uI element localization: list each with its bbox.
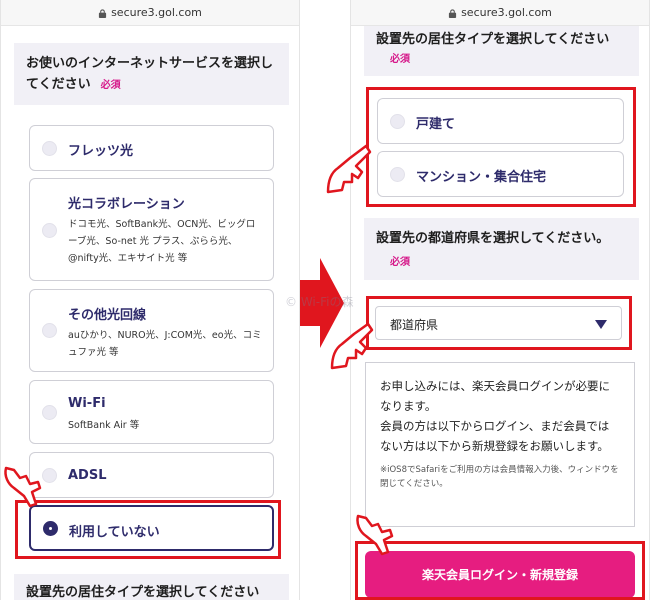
login-notice: お申し込みには、楽天会員ログインが必要になります。 会員の方は以下からログイン、… [365,362,635,527]
address-bar[interactable]: secure3.gol.com [1,0,299,26]
option-desc: SoftBank Air 等 [68,420,140,431]
lock-icon [98,9,107,18]
radio-icon [42,141,57,156]
pointing-hand-icon [330,322,374,370]
required-badge: 必須 [390,257,410,268]
required-badge: 必須 [100,80,121,91]
option-title: その他光回線 [68,308,147,323]
url-text: secure3.gol.com [111,6,202,19]
pointing-hand-icon [326,144,372,194]
pointing-hand-icon [4,466,42,508]
option-title: フレッツ光 [68,144,134,159]
service-question-text: お使いのインターネットサービスを選択し てください [26,56,274,92]
option-wifi[interactable]: Wi-Fi SoftBank Air 等 [29,380,274,444]
option-title: ADSL [68,468,107,483]
required-badge: 必須 [390,54,410,65]
residence-question-text: 設置先の居住タイプを選択してください [26,585,260,600]
residence-question-text: 設置先の居住タイプを選択してください [376,32,610,47]
watermark: © Wi-Fiの森 [285,295,354,309]
pointing-hand-icon [356,514,394,556]
highlight-frame [15,500,281,559]
radio-icon [42,323,57,338]
option-desc: auひかり、NURO光、J:COM光、eo光、コミュファ光 等 [68,330,262,358]
highlight-frame [366,296,632,350]
notice-main-text: お申し込みには、楽天会員ログインが必要になります。 会員の方は以下からログイン、… [380,379,610,453]
option-desc: ドコモ光、SoftBank光、OCN光、ビッグローブ光、So-net 光 プラス… [68,219,256,264]
prefecture-question-text: 設置先の都道府県を選択してください。 [376,231,610,246]
radio-icon [42,223,57,238]
option-flets[interactable]: フレッツ光 [29,125,274,171]
lock-icon [448,9,457,18]
option-hikari-collab[interactable]: 光コラボレーション ドコモ光、SoftBank光、OCN光、ビッグローブ光、So… [29,178,274,281]
option-title: Wi-Fi [68,396,106,411]
option-adsl[interactable]: ADSL [29,452,274,498]
prefecture-question: 設置先の都道府県を選択してください。 必須 [364,218,639,280]
notice-note-text: ※iOS8でSafariをご利用の方は会員情報入力後、ウィンドウを閉じてください… [380,465,619,489]
url-text: secure3.gol.com [461,6,552,19]
residence-question-peek: 設置先の居住タイプを選択してください [14,574,289,600]
option-title: 光コラボレーション [68,197,185,212]
address-bar[interactable]: secure3.gol.com [351,0,649,26]
radio-icon [42,405,57,420]
service-question: お使いのインターネットサービスを選択し てください 必須 [14,43,289,105]
option-other-hikari[interactable]: その他光回線 auひかり、NURO光、J:COM光、eo光、コミュファ光 等 [29,289,274,372]
highlight-frame [366,87,636,207]
residence-question: 設置先の居住タイプを選択してください 必須 [364,26,639,76]
